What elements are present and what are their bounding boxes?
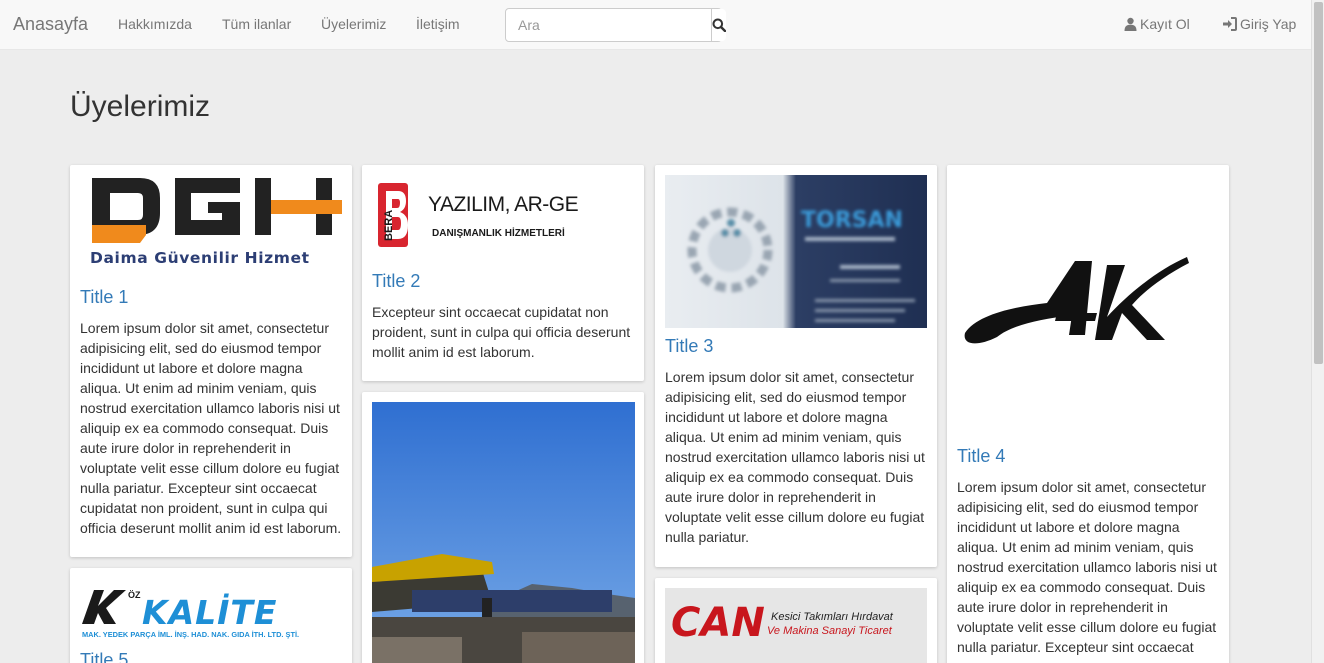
member-card-7[interactable]: CAN Kesici Takımları Hırdavat Ve Makina … xyxy=(655,578,937,663)
site-photo xyxy=(372,402,635,663)
login-label: Giriş Yap xyxy=(1240,16,1297,32)
register-label: Kayıt Ol xyxy=(1140,16,1190,32)
torsan-name: TORSAN xyxy=(801,208,903,233)
can-logo: CAN Kesici Takımları Hırdavat Ve Makina … xyxy=(665,588,927,663)
navbar: Anasayfa Hakkımızda Tüm ilanlar Üyelerim… xyxy=(0,0,1311,50)
card-title-1[interactable]: Title 1 xyxy=(80,287,128,308)
search-button[interactable] xyxy=(711,9,726,41)
brand-link[interactable]: Anasayfa xyxy=(13,14,88,35)
scrollbar-thumb[interactable] xyxy=(1314,2,1323,364)
login-link[interactable]: Giriş Yap xyxy=(1222,16,1296,32)
kalite-sub: MAK. YEDEK PARÇA İML. İNŞ. HAD. NAK. GID… xyxy=(82,630,299,639)
nav-link-hakkimizda[interactable]: Hakkımızda xyxy=(118,16,192,32)
nav-link-iletisim[interactable]: İletişim xyxy=(416,16,460,32)
nav-link-tum-ilanlar[interactable]: Tüm ilanlar xyxy=(222,16,291,32)
member-card-1[interactable]: Daima Güvenilir Hizmet Title 1 Lorem ips… xyxy=(70,165,352,557)
member-card-3[interactable]: TORSAN Title 3 Lorem ipsum dolor sit ame… xyxy=(655,165,937,567)
page-scrollbar[interactable] xyxy=(1311,0,1324,663)
card-text-1: Lorem ipsum dolor sit amet, consectetur … xyxy=(80,320,342,536)
card-title-2[interactable]: Title 2 xyxy=(372,271,420,292)
member-card-4[interactable]: AK Title 4 Lorem ipsum dolor sit amet, c… xyxy=(947,165,1229,663)
user-icon xyxy=(1124,17,1137,31)
member-card-5[interactable]: ÖZ KALİTE MAK. YEDEK PARÇA İML. İNŞ. HAD… xyxy=(70,568,352,663)
nav-link-uyelerimiz[interactable]: Üyelerimiz xyxy=(321,16,386,32)
card-text-4: Lorem ipsum dolor sit amet, consectetur … xyxy=(957,479,1217,655)
search-icon xyxy=(712,18,726,32)
search-input[interactable] xyxy=(506,9,711,41)
card-title-4[interactable]: Title 4 xyxy=(957,446,1005,467)
page-title: Üyelerimiz xyxy=(70,90,211,123)
ak-logo: AK xyxy=(957,175,1219,437)
bera-logo: BERA YAZILIM, AR-GE DANIŞMANLIK HİZMETLE… xyxy=(372,175,634,260)
kalite-logo: ÖZ KALİTE MAK. YEDEK PARÇA İML. İNŞ. HAD… xyxy=(80,580,342,642)
torsan-logo: TORSAN xyxy=(665,175,927,328)
card-text-2: Excepteur sint occaecat cupidatat non pr… xyxy=(372,304,631,360)
card-text-3: Lorem ipsum dolor sit amet, consectetur … xyxy=(665,369,925,545)
dgh-logo: Daima Güvenilir Hizmet xyxy=(80,175,342,275)
can-line1: Kesici Takımları Hırdavat xyxy=(771,611,894,623)
register-link[interactable]: Kayıt Ol xyxy=(1124,16,1190,32)
member-card-2[interactable]: BERA YAZILIM, AR-GE DANIŞMANLIK HİZMETLE… xyxy=(362,165,644,381)
card-title-5[interactable]: Title 5 xyxy=(80,650,128,663)
bera-mark: BERA xyxy=(383,210,395,241)
search-form xyxy=(505,8,726,42)
login-icon xyxy=(1223,17,1237,31)
member-card-6[interactable] xyxy=(362,392,644,663)
bera-line1: YAZILIM, AR-GE xyxy=(428,193,579,216)
can-name: CAN xyxy=(671,600,765,646)
kalite-prefix: ÖZ xyxy=(128,590,141,600)
card-title-3[interactable]: Title 3 xyxy=(665,336,713,357)
kalite-name: KALİTE xyxy=(142,592,277,632)
dgh-tagline: Daima Güvenilir Hizmet xyxy=(90,249,310,267)
can-line2: Ve Makina Sanayi Ticaret xyxy=(767,625,893,637)
bera-line2: DANIŞMANLIK HİZMETLERİ xyxy=(432,226,565,239)
